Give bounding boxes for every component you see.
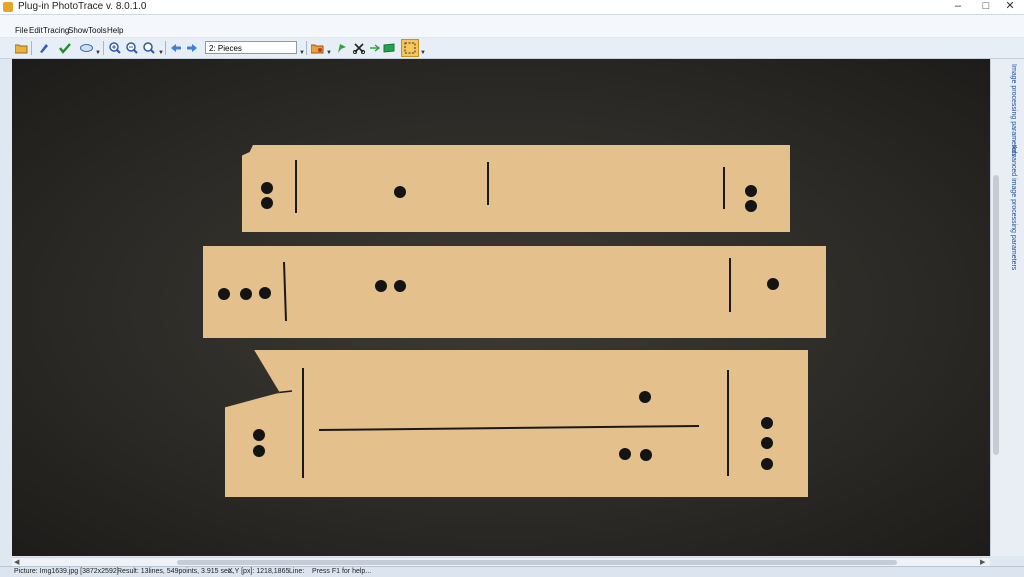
tab-image-processing[interactable]: Image processing parameters	[1003, 64, 1017, 157]
flag-icon[interactable]	[381, 40, 397, 56]
zoom-in-icon[interactable]	[107, 40, 123, 56]
menu-file[interactable]: File	[15, 26, 28, 35]
menu-show[interactable]: Show	[68, 26, 88, 35]
toolbar-separator	[31, 41, 32, 55]
layer-dropdown-icon[interactable]: ▼	[299, 50, 305, 56]
toolbar: ▼ ▼ 2: Pieces ▼ ▼ ▼	[0, 38, 1024, 59]
zoom-fit-icon[interactable]	[141, 40, 157, 56]
layer-select[interactable]: 2: Pieces	[205, 41, 297, 54]
menu-tools[interactable]: Tools	[88, 26, 107, 35]
menu-edit[interactable]: Edit	[29, 26, 43, 35]
toolbar-separator	[165, 41, 166, 55]
cardboard-piece	[242, 145, 790, 232]
window-title: Plug-in PhotoTrace v. 8.0.1.0	[18, 1, 147, 12]
status-bar: Picture: Img1639.jpg [3872x2592] Result:…	[0, 566, 1024, 577]
zoom-dropdown-icon[interactable]: ▼	[158, 50, 164, 56]
menu-help[interactable]: Help	[107, 26, 123, 35]
title-bar: Plug-in PhotoTrace v. 8.0.1.0 – □ ✕	[0, 0, 1024, 15]
scroll-right-icon[interactable]: ▶	[980, 558, 985, 566]
select-dropdown-icon[interactable]: ▼	[420, 50, 426, 56]
forward-icon[interactable]	[184, 40, 200, 56]
tab-advanced-processing[interactable]: Advanced image processing parameters	[1003, 145, 1017, 270]
menu-tracing[interactable]: Tracing	[43, 26, 69, 35]
app-icon	[3, 2, 13, 12]
eye-icon[interactable]	[78, 40, 94, 56]
close-icon[interactable]: ✕	[996, 0, 1024, 14]
menu-bar: File Edit Tracing Show Tools Help	[0, 15, 1024, 37]
scissors-icon[interactable]	[351, 40, 367, 56]
cardboard-piece	[203, 246, 826, 338]
open-folder-icon[interactable]	[13, 40, 29, 56]
vertical-scrollbar-thumb[interactable]	[993, 175, 999, 455]
image-canvas[interactable]	[12, 59, 990, 556]
minimize-icon[interactable]: –	[944, 0, 972, 14]
check-icon[interactable]	[57, 40, 73, 56]
select-rect-icon[interactable]	[401, 39, 419, 57]
green-flag-icon[interactable]	[334, 40, 350, 56]
toolbar-separator	[306, 41, 307, 55]
folder-dropdown-icon[interactable]: ▼	[326, 50, 332, 56]
back-icon[interactable]	[168, 40, 184, 56]
horizontal-scrollbar-thumb[interactable]	[177, 560, 897, 565]
pen-icon[interactable]	[36, 40, 52, 56]
eye-dropdown-icon[interactable]: ▼	[95, 50, 101, 56]
scroll-left-icon[interactable]: ◀	[14, 558, 19, 566]
cardboard-piece	[225, 350, 808, 497]
zoom-out-icon[interactable]	[124, 40, 140, 56]
toolbar-separator	[103, 41, 104, 55]
folder-tools-icon[interactable]	[309, 40, 325, 56]
